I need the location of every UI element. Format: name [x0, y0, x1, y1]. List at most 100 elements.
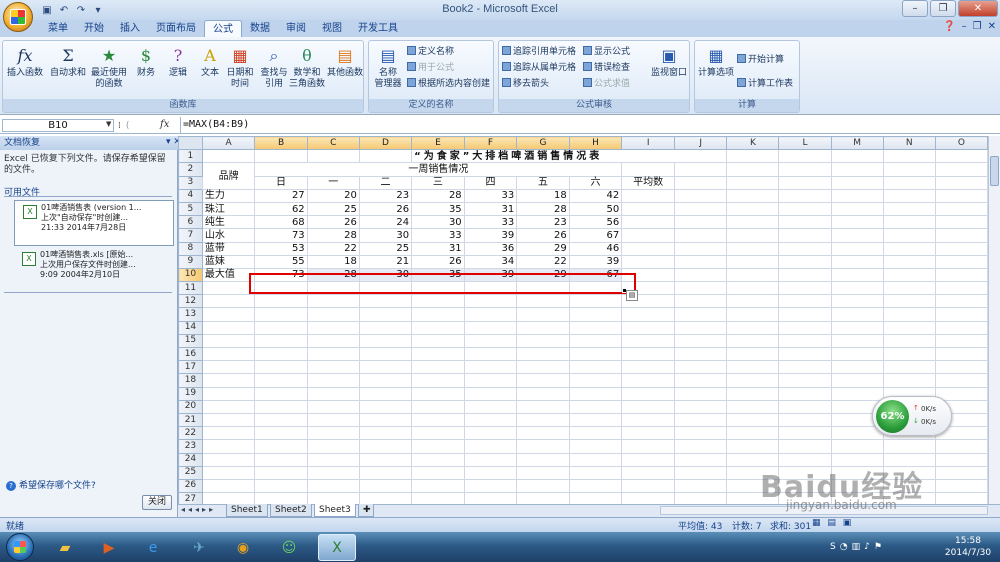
value-cell[interactable]: 53	[254, 241, 308, 256]
cell[interactable]	[726, 307, 780, 322]
column-header[interactable]: M	[830, 136, 884, 151]
tab-menu[interactable]: 菜单	[40, 20, 76, 37]
cell[interactable]	[621, 399, 676, 414]
column-header[interactable]: J	[674, 136, 728, 151]
row-header[interactable]: 20	[178, 399, 203, 414]
cell[interactable]	[830, 162, 884, 177]
cell[interactable]	[934, 465, 988, 480]
recovery-help-link[interactable]: ? 希望保存哪个文件?	[6, 478, 96, 491]
chrome-icon[interactable]: ◉	[224, 534, 262, 561]
cell[interactable]	[778, 188, 832, 203]
tab-home[interactable]: 开始	[76, 20, 112, 37]
value-cell[interactable]: 36	[463, 241, 518, 256]
cell[interactable]	[674, 439, 728, 454]
cell[interactable]	[516, 439, 570, 454]
cell[interactable]	[254, 399, 308, 414]
cell[interactable]	[411, 346, 465, 362]
cell[interactable]	[934, 254, 988, 269]
value-cell[interactable]: 46	[568, 241, 623, 256]
cell[interactable]	[306, 346, 360, 362]
cell[interactable]	[463, 320, 518, 335]
value-cell[interactable]: 31	[411, 241, 465, 256]
cell[interactable]	[621, 360, 676, 375]
cell[interactable]	[463, 465, 518, 480]
column-header[interactable]: A	[201, 136, 256, 151]
cell[interactable]	[463, 294, 518, 309]
row-header[interactable]: 6	[178, 215, 203, 230]
cell[interactable]	[358, 346, 413, 362]
row-header[interactable]: 19	[178, 386, 203, 401]
cell[interactable]	[726, 426, 780, 441]
row-header[interactable]: 2	[178, 162, 203, 177]
cell[interactable]	[463, 492, 518, 504]
cell[interactable]	[411, 307, 465, 322]
day-header-cell[interactable]: 五	[516, 175, 570, 190]
cell[interactable]	[306, 149, 360, 164]
cell[interactable]	[674, 228, 728, 243]
value-cell[interactable]: 18	[516, 188, 570, 203]
cell[interactable]	[568, 478, 623, 494]
cell[interactable]	[568, 399, 623, 414]
cell[interactable]	[358, 426, 413, 441]
show-formulas-button[interactable]: 显示公式	[583, 46, 630, 58]
cell[interactable]	[201, 333, 256, 349]
value-cell[interactable]: 28	[516, 201, 570, 217]
cell[interactable]	[621, 162, 676, 177]
cell[interactable]	[358, 320, 413, 335]
more-functions-button[interactable]: ▤ 其他函数	[327, 44, 363, 79]
lookup-button[interactable]: ⌕ 查找与 引用	[257, 44, 291, 90]
cell[interactable]	[463, 386, 518, 401]
cell[interactable]	[358, 294, 413, 309]
cell[interactable]	[516, 333, 570, 349]
trace-precedents-button[interactable]: 追踪引用单元格	[502, 46, 576, 58]
cell[interactable]	[463, 412, 518, 428]
row-header[interactable]: 21	[178, 412, 203, 428]
value-cell[interactable]: 33	[463, 188, 518, 203]
cell[interactable]	[830, 149, 884, 164]
cell[interactable]	[674, 267, 728, 283]
cell[interactable]	[726, 333, 780, 349]
cell[interactable]	[568, 307, 623, 322]
day-header-cell[interactable]: 四	[463, 175, 518, 190]
cell[interactable]	[778, 294, 832, 309]
cell[interactable]	[516, 294, 570, 309]
cell[interactable]	[358, 360, 413, 375]
cell[interactable]	[568, 426, 623, 441]
cell[interactable]	[621, 254, 676, 269]
cell[interactable]	[934, 373, 988, 388]
tab-view[interactable]: 视图	[314, 20, 350, 37]
cell[interactable]	[830, 373, 884, 388]
cell[interactable]	[882, 294, 936, 309]
cell[interactable]	[201, 294, 256, 309]
cell[interactable]	[621, 426, 676, 441]
recovery-close-button[interactable]: 关闭	[142, 495, 172, 510]
cell[interactable]	[358, 333, 413, 349]
cell[interactable]	[411, 333, 465, 349]
cell[interactable]	[306, 439, 360, 454]
row-header[interactable]: 24	[178, 452, 203, 467]
average-header-cell[interactable]: 平均数	[621, 175, 676, 190]
cell[interactable]	[934, 307, 988, 322]
cell[interactable]	[201, 412, 256, 428]
cell[interactable]	[778, 307, 832, 322]
cell[interactable]	[358, 386, 413, 401]
value-cell[interactable]: 25	[358, 241, 413, 256]
cell[interactable]	[778, 281, 832, 296]
cell[interactable]	[674, 241, 728, 256]
tray-qq-icon[interactable]: ◔	[840, 542, 848, 552]
cell[interactable]	[674, 452, 728, 467]
cell[interactable]	[934, 386, 988, 401]
cell[interactable]	[411, 360, 465, 375]
row-header[interactable]: 23	[178, 439, 203, 454]
cell[interactable]	[830, 320, 884, 335]
autosum-button[interactable]: Σ 自动求和	[49, 44, 87, 79]
cell[interactable]	[306, 478, 360, 494]
cell[interactable]	[463, 360, 518, 375]
cell[interactable]	[674, 373, 728, 388]
cell[interactable]	[934, 281, 988, 296]
name-box-dropdown-icon[interactable]: ▼	[106, 120, 111, 128]
cell[interactable]	[254, 412, 308, 428]
cell[interactable]	[934, 175, 988, 190]
cell[interactable]	[934, 149, 988, 164]
cell[interactable]	[830, 228, 884, 243]
